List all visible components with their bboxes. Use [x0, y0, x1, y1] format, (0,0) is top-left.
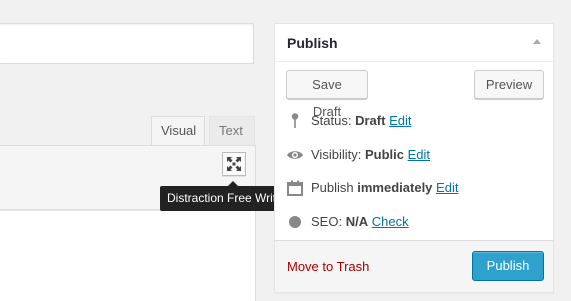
- seo-check-link[interactable]: Check: [372, 214, 409, 229]
- visibility-label: Visibility:: [311, 147, 362, 162]
- seo-label: SEO:: [311, 214, 343, 229]
- seo-dot-icon: [289, 216, 301, 228]
- publish-button[interactable]: Publish: [472, 251, 544, 281]
- visibility-value: Public: [364, 147, 404, 162]
- calendar-icon: [287, 180, 303, 196]
- distraction-free-button[interactable]: [222, 152, 246, 176]
- eye-icon: [287, 151, 303, 159]
- collapse-arrow-icon[interactable]: [533, 39, 541, 44]
- publish-box: Publish Save Draft Preview Status: Draft…: [274, 23, 554, 293]
- status-label: Status:: [311, 113, 352, 128]
- schedule-value: immediately: [357, 180, 433, 195]
- seo-value: N/A: [345, 214, 369, 229]
- schedule-label: Publish: [311, 180, 354, 195]
- tab-text[interactable]: Text: [209, 116, 255, 145]
- status-value: Draft: [355, 113, 386, 128]
- status-edit-link[interactable]: Edit: [389, 113, 411, 128]
- editor-content-area[interactable]: [0, 210, 256, 301]
- pin-icon: [291, 113, 299, 128]
- schedule-edit-link[interactable]: Edit: [436, 180, 458, 195]
- tab-visual[interactable]: Visual: [151, 116, 205, 145]
- publish-box-title: Publish: [287, 35, 338, 51]
- preview-button[interactable]: Preview: [474, 70, 544, 99]
- save-draft-button[interactable]: Save Draft: [286, 70, 368, 119]
- publish-box-header[interactable]: Publish: [275, 24, 553, 62]
- move-to-trash-link[interactable]: Move to Trash: [287, 259, 369, 274]
- publish-box-footer: Move to Trash Publish: [275, 240, 553, 292]
- fullscreen-icon: [227, 157, 241, 171]
- post-title-input[interactable]: [0, 23, 254, 64]
- editor-tabs: Visual Text: [0, 116, 256, 145]
- visibility-edit-link[interactable]: Edit: [408, 147, 430, 162]
